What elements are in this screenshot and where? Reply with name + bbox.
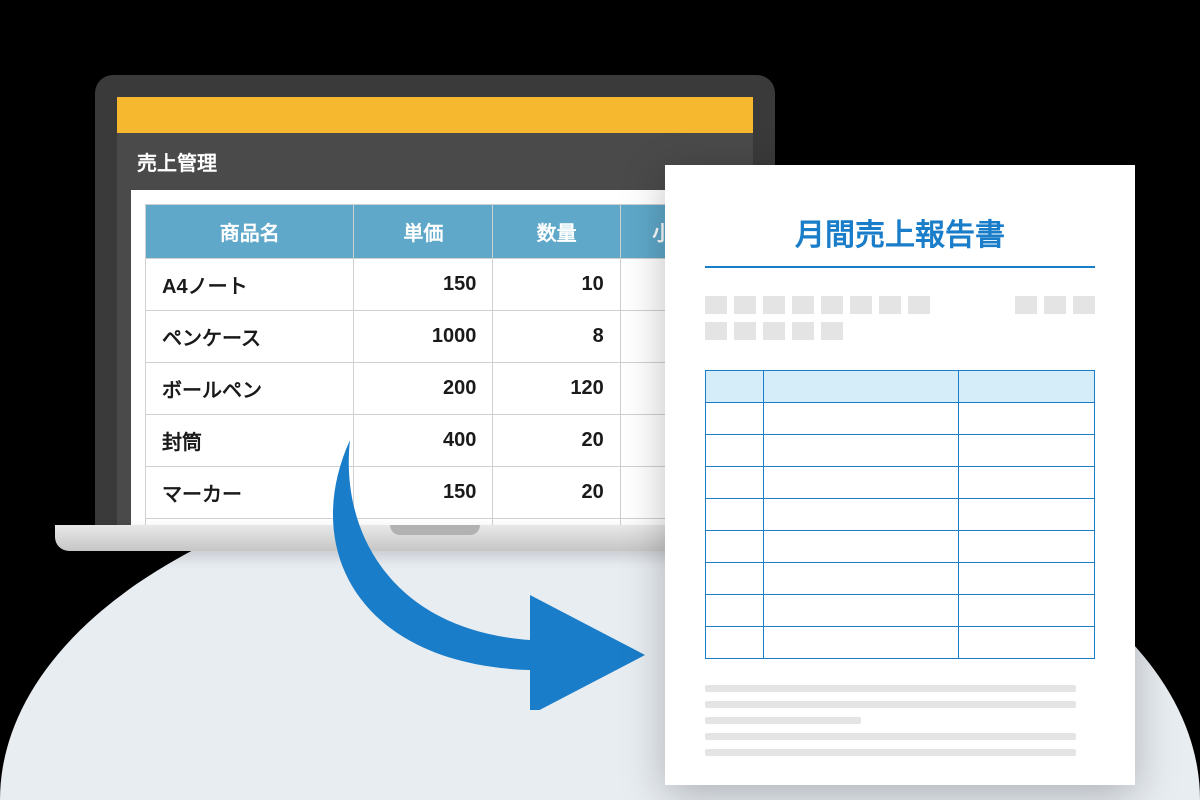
placeholder-line [705,685,1076,692]
cell-product: ボールペン [146,363,354,415]
title-bar-accent [117,97,753,133]
cell-product: A4ノート [146,259,354,311]
report-row [706,435,1095,467]
report-header-row [706,371,1095,403]
col-qty: 数量 [493,205,620,259]
placeholder-box [763,296,785,314]
placeholder-box [792,296,814,314]
table-row: ボールペン 200 120 [146,363,725,415]
table-header-row: 商品名 単価 数量 小計 [146,205,725,259]
placeholder-text-row [705,322,1095,340]
placeholder-line [705,701,1076,708]
report-row [706,595,1095,627]
col-price: 単価 [354,205,493,259]
placeholder-line [705,717,861,724]
placeholder-box [821,296,843,314]
placeholder-box [1015,296,1037,314]
report-table [705,370,1095,659]
report-row [706,531,1095,563]
report-row [706,403,1095,435]
cell-qty: 8 [493,311,620,363]
cell-qty: 120 [493,363,620,415]
placeholder-box [734,322,756,340]
placeholder-box [734,296,756,314]
placeholder-box [763,322,785,340]
app-title: 売上管理 [117,133,753,190]
cell-product: ペンケース [146,311,354,363]
table-row: ペンケース 1000 8 [146,311,725,363]
cell-price: 150 [354,259,493,311]
cell-price: 200 [354,363,493,415]
arrow-icon [310,430,670,710]
placeholder-line [705,749,1076,756]
placeholder-line [705,733,1076,740]
report-row [706,467,1095,499]
cell-qty: 10 [493,259,620,311]
placeholder-paragraph [705,685,1095,756]
placeholder-box [879,296,901,314]
report-document: 月間売上報告書 [665,165,1135,785]
placeholder-box [821,322,843,340]
placeholder-box [792,322,814,340]
placeholder-box [705,296,727,314]
placeholder-box [705,322,727,340]
cell-price: 1000 [354,311,493,363]
placeholder-box [1044,296,1066,314]
report-title: 月間売上報告書 [705,210,1095,268]
placeholder-text-row [705,296,1095,314]
report-row [706,563,1095,595]
report-row [706,499,1095,531]
report-row [706,627,1095,659]
placeholder-box [908,296,930,314]
placeholder-box [850,296,872,314]
placeholder-box [1073,296,1095,314]
table-row: A4ノート 150 10 [146,259,725,311]
col-product: 商品名 [146,205,354,259]
